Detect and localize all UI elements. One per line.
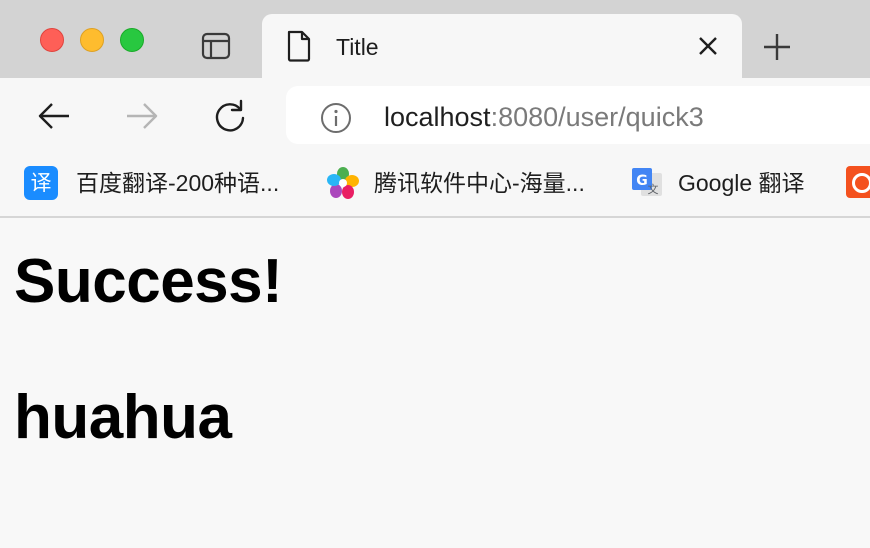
tencent-software-icon — [327, 167, 359, 199]
close-tab-icon[interactable] — [696, 34, 720, 58]
bookmark-label: 腾讯软件中心-海量... — [374, 170, 585, 196]
tab-strip: Title — [0, 0, 870, 78]
svg-text:文: 文 — [648, 182, 659, 196]
page-heading: Success! — [14, 247, 283, 316]
reload-icon[interactable] — [212, 98, 248, 134]
active-tab[interactable]: Title — [262, 14, 742, 78]
close-window-button[interactable] — [40, 28, 64, 52]
orange-bookmark-ring — [852, 173, 870, 193]
orange-bookmark-icon[interactable] — [846, 166, 870, 198]
url-text[interactable]: localhost:8080/user/quick3 — [384, 102, 704, 132]
page-subheading: huahua — [14, 383, 232, 452]
tab-title: Title — [336, 34, 379, 60]
page-content: Success! huahua — [0, 218, 870, 548]
document-icon — [287, 30, 311, 62]
baidu-translate-icon: 译 — [24, 166, 58, 200]
sidebar-toggle-icon[interactable] — [200, 30, 232, 62]
toolbar: localhost:8080/user/quick3 — [0, 78, 870, 150]
address-bar[interactable]: localhost:8080/user/quick3 — [286, 86, 870, 144]
bookmarks-bar: 译 百度翻译-200种语... 腾讯软件中心-海量... G 文 Google … — [0, 150, 870, 218]
new-tab-icon[interactable] — [762, 32, 792, 62]
google-translate-icon: G 文 — [632, 168, 662, 196]
back-arrow-icon[interactable] — [36, 98, 72, 134]
url-path: :8080/user/quick3 — [490, 102, 704, 132]
browser-window: Title localhost:8080/user/quick3 译 百度翻译-… — [0, 0, 870, 548]
minimize-window-button[interactable] — [80, 28, 104, 52]
zoom-window-button[interactable] — [120, 28, 144, 52]
forward-arrow-icon[interactable] — [124, 98, 160, 134]
bookmark-label: 百度翻译-200种语... — [76, 170, 280, 196]
url-host: localhost — [384, 102, 491, 132]
bookmark-label: Google 翻译 — [678, 170, 805, 196]
svg-text:G: G — [636, 173, 648, 189]
info-icon[interactable] — [320, 102, 352, 134]
